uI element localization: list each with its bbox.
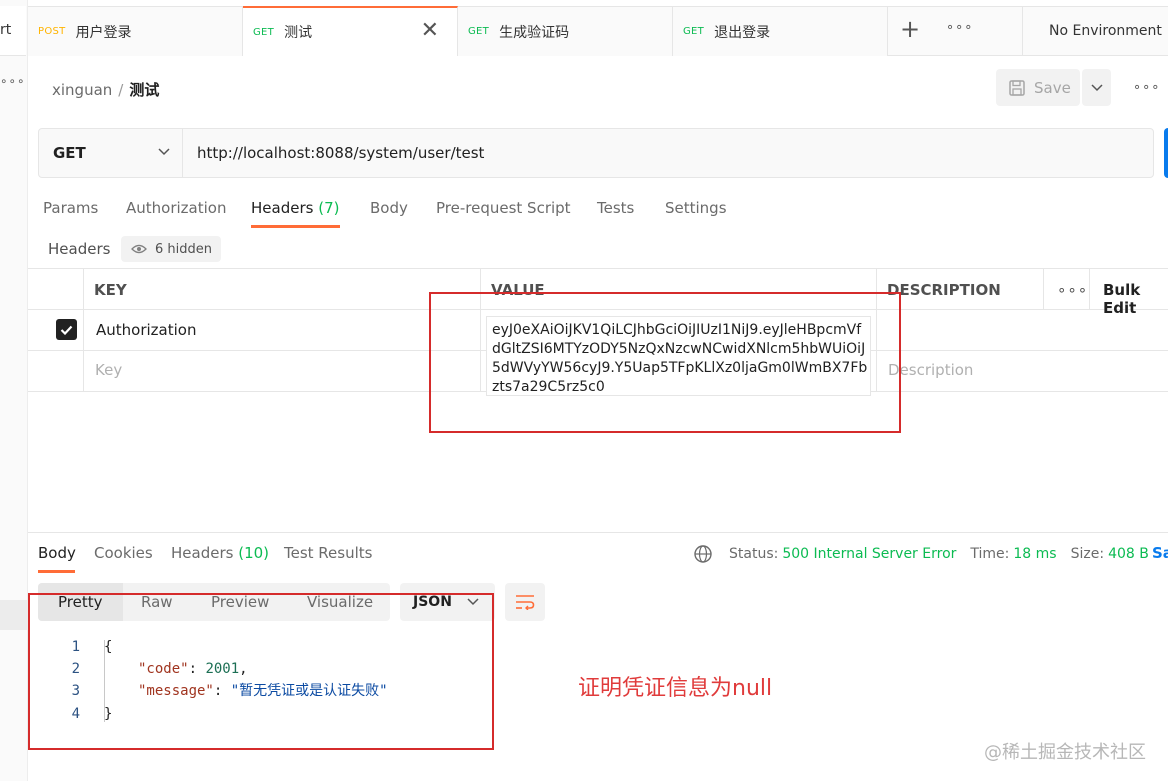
- response-headers-count: (10): [238, 544, 270, 562]
- response-tab-test-results[interactable]: Test Results: [284, 544, 372, 562]
- column-divider: [1089, 268, 1090, 310]
- tab-user-login[interactable]: POST 用户登录: [28, 7, 243, 56]
- tab-headers[interactable]: Headers (7): [251, 199, 339, 217]
- breadcrumb-workspace[interactable]: xinguan: [52, 81, 112, 99]
- url-bar: GET: [38, 128, 1154, 178]
- annotation-note: 证明凭证信息为null: [578, 676, 773, 701]
- column-description: DESCRIPTION: [887, 281, 1001, 299]
- column-divider: [83, 268, 84, 392]
- save-label: Save: [1034, 78, 1071, 97]
- plus-icon[interactable]: +: [900, 15, 920, 43]
- tab-prerequest-script[interactable]: Pre-request Script: [436, 199, 571, 217]
- header-enabled-checkbox[interactable]: [56, 319, 77, 340]
- tab-title: 生成验证码: [499, 24, 570, 41]
- chevron-down-icon: [1090, 83, 1103, 91]
- headers-section-label: Headers: [48, 240, 111, 258]
- save-icon: [1009, 79, 1025, 96]
- size-label: Size:: [1070, 546, 1105, 562]
- hidden-headers-toggle[interactable]: 6 hidden: [121, 236, 221, 262]
- tab-settings[interactable]: Settings: [665, 199, 727, 217]
- environment-selector[interactable]: No Environment: [1022, 7, 1168, 56]
- watermark: @稀土掘金技术社区: [984, 742, 1146, 763]
- method-select[interactable]: GET: [39, 129, 183, 177]
- save-options-button[interactable]: [1082, 69, 1111, 106]
- status-label: Status:: [729, 546, 779, 562]
- active-tab-indicator: [251, 225, 340, 228]
- tab-title: 退出登录: [714, 24, 771, 41]
- size-value[interactable]: 408 B: [1108, 546, 1149, 562]
- response-divider[interactable]: [28, 532, 1168, 533]
- tab-method: GET: [253, 26, 275, 38]
- close-icon[interactable]: ✕: [421, 20, 439, 42]
- annotation-box-token: [429, 292, 901, 433]
- more-icon[interactable]: ∘∘∘: [946, 20, 973, 35]
- tab-title: 测试: [284, 25, 313, 41]
- tab-body[interactable]: Body: [370, 199, 408, 217]
- wrap-lines-button[interactable]: [505, 583, 545, 621]
- tab-method: POST: [38, 26, 66, 37]
- breadcrumb-separator: /: [118, 81, 124, 99]
- sidebar-tab-fragment[interactable]: rt: [0, 6, 26, 56]
- left-sidebar-strip: rt ∘∘∘: [0, 0, 28, 781]
- tab-title: 用户登录: [75, 24, 132, 41]
- breadcrumb: xinguan / 测试: [52, 79, 159, 100]
- sidebar-selected-item[interactable]: [0, 600, 28, 630]
- sidebar-more-icon[interactable]: ∘∘∘: [0, 74, 26, 88]
- wrap-lines-icon: [516, 595, 535, 610]
- response-status-bar: Status: 500 Internal Server Error Time: …: [693, 544, 1149, 564]
- tab-method: GET: [468, 26, 490, 37]
- save-button[interactable]: Save: [996, 69, 1080, 106]
- tab-method: GET: [683, 26, 705, 37]
- send-button[interactable]: [1164, 128, 1168, 178]
- response-tab-headers-label: Headers: [171, 544, 234, 562]
- more-icon[interactable]: ∘∘∘: [1057, 281, 1088, 299]
- tab-test[interactable]: GET 测试 ✕: [243, 6, 458, 56]
- header-key-cell[interactable]: Authorization: [96, 321, 196, 339]
- check-icon: [60, 325, 73, 335]
- time-label: Time:: [970, 546, 1010, 562]
- tab-headers-count: (7): [318, 199, 340, 217]
- time-value[interactable]: 18 ms: [1013, 546, 1056, 562]
- save-response-button[interactable]: Sa: [1152, 544, 1168, 562]
- tab-logout[interactable]: GET 退出登录: [673, 7, 888, 56]
- new-key-input[interactable]: Key: [95, 361, 122, 379]
- response-tab-headers[interactable]: Headers (10): [171, 544, 269, 562]
- status-value[interactable]: 500 Internal Server Error: [782, 546, 956, 562]
- column-key: KEY: [94, 281, 127, 299]
- response-tab-body[interactable]: Body: [38, 544, 76, 562]
- tab-bar: POST 用户登录 GET 测试 ✕ GET 生成验证码 GET 退出登录 + …: [28, 6, 1168, 56]
- active-response-tab-indicator: [38, 570, 75, 573]
- hidden-headers-count: 6 hidden: [155, 241, 212, 257]
- response-tab-cookies[interactable]: Cookies: [94, 544, 153, 562]
- url-input[interactable]: [197, 144, 1097, 162]
- method-value: GET: [53, 144, 86, 162]
- chevron-down-icon: [158, 148, 170, 156]
- more-icon[interactable]: ∘∘∘: [1133, 80, 1160, 95]
- eye-icon: [131, 244, 147, 254]
- tab-captcha[interactable]: GET 生成验证码: [458, 7, 673, 56]
- column-divider: [1043, 268, 1044, 310]
- breadcrumb-current[interactable]: 测试: [129, 81, 159, 99]
- globe-icon[interactable]: [693, 544, 713, 564]
- tab-headers-label: Headers: [251, 199, 314, 217]
- tab-authorization[interactable]: Authorization: [126, 199, 226, 217]
- tab-params[interactable]: Params: [43, 199, 98, 217]
- annotation-box-response: [28, 593, 494, 750]
- tab-tests[interactable]: Tests: [597, 199, 634, 217]
